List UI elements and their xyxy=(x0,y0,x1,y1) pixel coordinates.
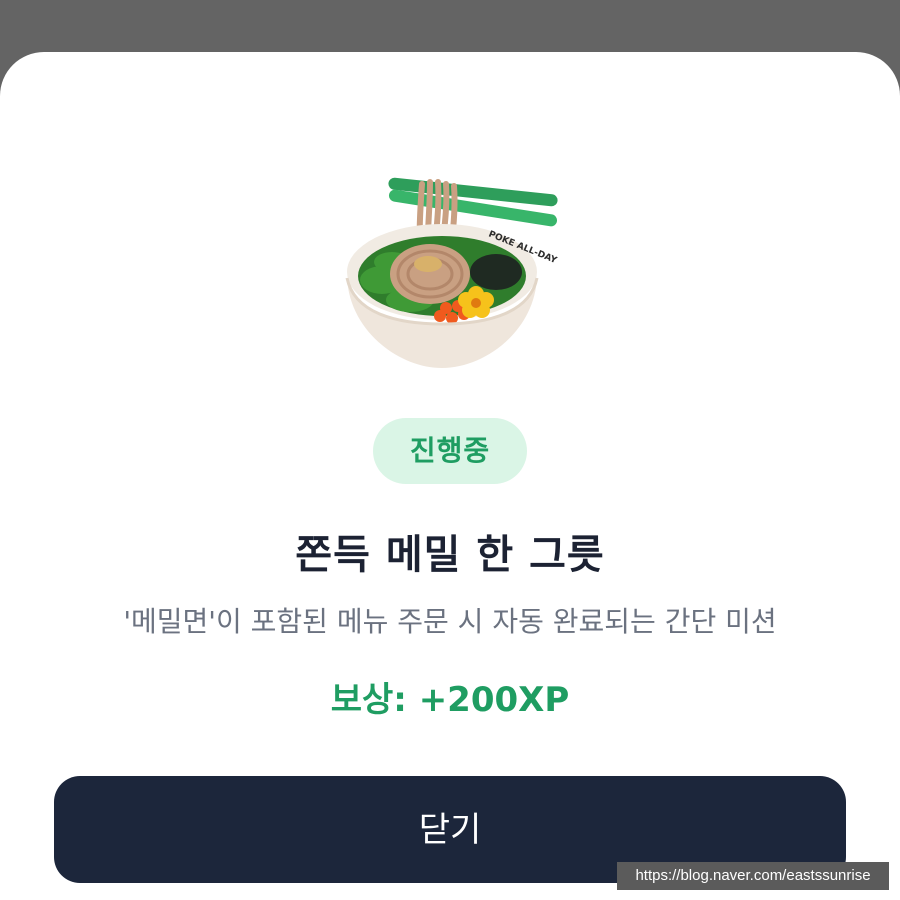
reward-text: 보상: +200XP xyxy=(330,680,570,720)
mission-description: '메밀면'이 포함된 메뉴 주문 시 자동 완료되는 간단 미션 xyxy=(123,605,777,638)
soba-noodle-bowl-icon: POKE ALL-DAY xyxy=(345,177,559,368)
mission-modal: POKE ALL-DAY 진행중 쫀득 메밀 한 그릇 '메밀면'이 포함된 메… xyxy=(0,52,900,900)
mission-title: 쫀득 메밀 한 그릇 xyxy=(295,532,605,578)
watermark-url: https://blog.naver.com/eastssunrise xyxy=(617,862,889,890)
status-badge: 진행중 xyxy=(373,418,527,484)
